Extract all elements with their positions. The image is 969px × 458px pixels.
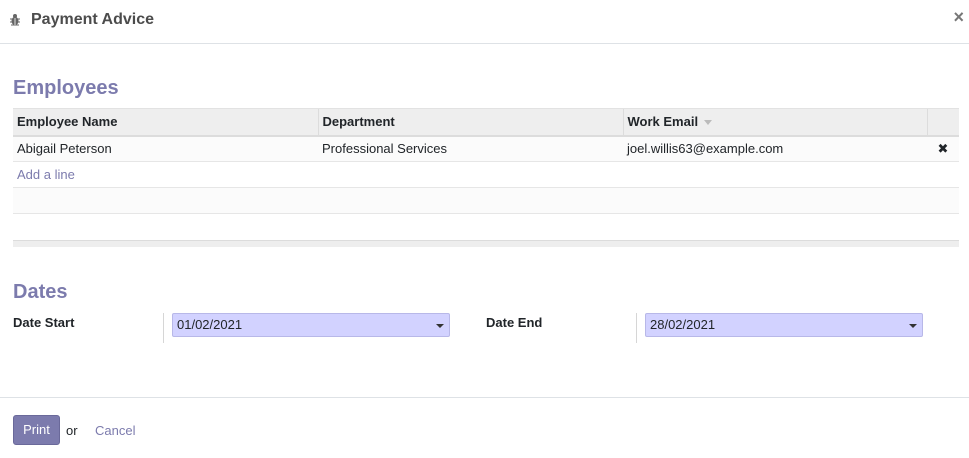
or-text: or xyxy=(66,423,78,438)
chevron-down-icon[interactable] xyxy=(909,324,917,328)
dialog-footer: Print or Cancel xyxy=(0,397,969,458)
dialog-header: Payment Advice × xyxy=(0,0,969,44)
column-header-label: Work Email xyxy=(627,114,699,130)
employees-section-title: Employees xyxy=(13,77,119,99)
column-header-actions xyxy=(926,108,959,137)
column-header-department[interactable]: Department xyxy=(317,108,623,137)
table-footer xyxy=(13,240,959,247)
empty-row xyxy=(13,213,959,240)
delete-row-icon[interactable]: ✖ xyxy=(927,135,959,162)
table-header-row: Employee Name Department Work Email xyxy=(13,108,959,137)
add-line-link[interactable]: Add a line xyxy=(17,167,75,182)
table-row[interactable]: Abigail Peterson Professional Services j… xyxy=(13,135,959,162)
bug-icon[interactable] xyxy=(9,13,21,26)
cell-employee-name[interactable]: Abigail Peterson xyxy=(13,135,318,162)
date-start-input[interactable]: 01/02/2021 xyxy=(172,313,450,337)
cancel-button[interactable]: Cancel xyxy=(95,423,135,438)
employees-table: Employee Name Department Work Email Abig… xyxy=(13,108,959,240)
date-start-label: Date Start xyxy=(13,315,75,330)
empty-row xyxy=(13,187,959,214)
add-line-row: Add a line xyxy=(13,161,959,188)
close-icon[interactable]: × xyxy=(953,8,964,26)
print-button[interactable]: Print xyxy=(13,415,60,445)
field-separator xyxy=(636,313,637,343)
date-end-label: Date End xyxy=(486,315,543,330)
date-end-input[interactable]: 28/02/2021 xyxy=(645,313,923,337)
column-header-work-email[interactable]: Work Email xyxy=(622,108,927,137)
dialog-title: Payment Advice xyxy=(31,11,155,28)
cell-work-email[interactable]: joel.willis63@example.com xyxy=(623,135,927,162)
sort-caret-icon xyxy=(704,120,713,126)
dates-section-title: Dates xyxy=(13,281,68,303)
column-header-label: Department xyxy=(322,114,395,130)
column-header-label: Employee Name xyxy=(17,114,118,130)
field-separator xyxy=(163,313,164,343)
column-header-employee-name[interactable]: Employee Name xyxy=(13,108,318,137)
date-start-value: 01/02/2021 xyxy=(177,317,243,332)
chevron-down-icon[interactable] xyxy=(436,324,444,328)
cell-department[interactable]: Professional Services xyxy=(318,135,623,162)
date-end-value: 28/02/2021 xyxy=(650,317,716,332)
